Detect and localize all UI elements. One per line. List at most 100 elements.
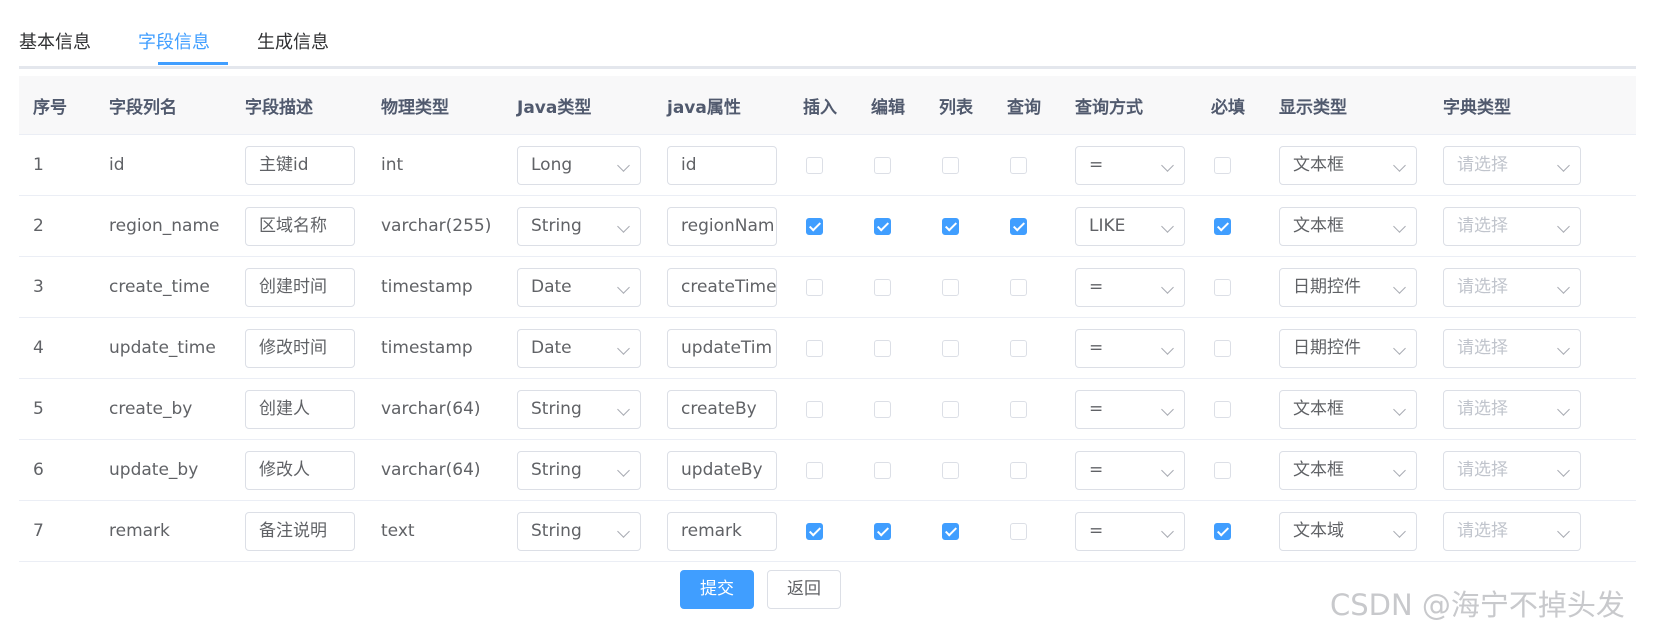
edit-checkbox[interactable] — [874, 217, 891, 235]
list-checkbox[interactable] — [942, 156, 959, 174]
java-attr-input[interactable]: remark — [667, 511, 777, 551]
chevron-down-icon — [1161, 280, 1174, 294]
insert-checkbox[interactable] — [806, 217, 823, 235]
display-type-value: 文本域 — [1293, 520, 1344, 541]
query-checkbox[interactable] — [1010, 339, 1027, 357]
query-checkbox[interactable] — [1010, 461, 1027, 479]
query-type-select[interactable]: = — [1075, 450, 1185, 490]
tab-basic-info[interactable]: 基本信息 — [19, 28, 91, 54]
list-checkbox[interactable] — [942, 339, 959, 357]
display-type-select[interactable]: 文本框 — [1279, 389, 1417, 429]
insert-checkbox[interactable] — [806, 339, 823, 357]
java-type-value: String — [531, 398, 582, 419]
display-type-select[interactable]: 文本域 — [1279, 511, 1417, 551]
insert-checkbox[interactable] — [806, 522, 823, 540]
edit-checkbox[interactable] — [874, 339, 891, 357]
java-type-value: Date — [531, 337, 572, 358]
required-checkbox[interactable] — [1214, 217, 1231, 235]
chevron-down-icon — [1393, 524, 1406, 538]
query-type-select[interactable]: = — [1075, 511, 1185, 551]
table-row: 5 create_by 创建人 varchar(64) String creat… — [19, 378, 1636, 440]
query-checkbox[interactable] — [1010, 400, 1027, 418]
required-checkbox[interactable] — [1214, 339, 1231, 357]
tab-generate-info[interactable]: 生成信息 — [257, 28, 329, 54]
insert-checkbox[interactable] — [806, 156, 823, 174]
display-type-select[interactable]: 日期控件 — [1279, 328, 1417, 368]
java-type-select[interactable]: Date — [517, 328, 641, 368]
description-input[interactable]: 创建人 — [245, 389, 355, 429]
dict-type-select[interactable]: 请选择 — [1443, 450, 1581, 490]
list-checkbox[interactable] — [942, 400, 959, 418]
description-input[interactable]: 创建时间 — [245, 267, 355, 307]
query-type-select[interactable]: LIKE — [1075, 206, 1185, 246]
java-attr-input[interactable]: updateTim — [667, 328, 777, 368]
java-type-select[interactable]: String — [517, 511, 641, 551]
list-checkbox[interactable] — [942, 278, 959, 296]
description-input[interactable]: 修改时间 — [245, 328, 355, 368]
query-checkbox[interactable] — [1010, 156, 1027, 174]
dict-type-select[interactable]: 请选择 — [1443, 267, 1581, 307]
display-type-select[interactable]: 文本框 — [1279, 206, 1417, 246]
java-attr-input[interactable]: createBy — [667, 389, 777, 429]
java-type-select[interactable]: Date — [517, 267, 641, 307]
dict-type-placeholder: 请选择 — [1457, 398, 1508, 419]
row-number: 7 — [19, 500, 95, 562]
java-attr-input[interactable]: updateBy — [667, 450, 777, 490]
dict-type-select[interactable]: 请选择 — [1443, 511, 1581, 551]
query-checkbox[interactable] — [1010, 278, 1027, 296]
java-attr-input[interactable]: createTime — [667, 267, 777, 307]
query-checkbox[interactable] — [1010, 522, 1027, 540]
description-input[interactable]: 备注说明 — [245, 511, 355, 551]
query-type-value: = — [1089, 520, 1104, 541]
display-type-select[interactable]: 文本框 — [1279, 450, 1417, 490]
description-input[interactable]: 主键id — [245, 145, 355, 185]
submit-button[interactable]: 提交 — [680, 570, 754, 609]
required-checkbox[interactable] — [1214, 522, 1231, 540]
query-checkbox[interactable] — [1010, 217, 1027, 235]
query-type-select[interactable]: = — [1075, 267, 1185, 307]
chevron-down-icon — [1393, 158, 1406, 172]
required-checkbox[interactable] — [1214, 461, 1231, 479]
table-row: 2 region_name 区域名称 varchar(255) String r… — [19, 195, 1636, 257]
java-type-select[interactable]: String — [517, 206, 641, 246]
insert-checkbox[interactable] — [806, 400, 823, 418]
edit-checkbox[interactable] — [874, 522, 891, 540]
chevron-down-icon — [1393, 219, 1406, 233]
required-checkbox[interactable] — [1214, 400, 1231, 418]
query-type-select[interactable]: = — [1075, 145, 1185, 185]
row-number: 3 — [19, 256, 95, 318]
java-type-select[interactable]: String — [517, 450, 641, 490]
tab-field-info[interactable]: 字段信息 — [138, 28, 210, 54]
insert-checkbox[interactable] — [806, 461, 823, 479]
display-type-select[interactable]: 文本框 — [1279, 145, 1417, 185]
edit-checkbox[interactable] — [874, 278, 891, 296]
java-type-select[interactable]: String — [517, 389, 641, 429]
dict-type-select[interactable]: 请选择 — [1443, 145, 1581, 185]
java-attr-input[interactable]: id — [667, 145, 777, 185]
dict-type-select[interactable]: 请选择 — [1443, 389, 1581, 429]
dict-type-select[interactable]: 请选择 — [1443, 328, 1581, 368]
query-type-select[interactable]: = — [1075, 328, 1185, 368]
required-checkbox[interactable] — [1214, 156, 1231, 174]
chevron-down-icon — [1393, 402, 1406, 416]
list-checkbox[interactable] — [942, 461, 959, 479]
java-type-value: String — [531, 215, 582, 236]
column-header-java-attr: java属性 — [653, 76, 789, 135]
list-checkbox[interactable] — [942, 217, 959, 235]
edit-checkbox[interactable] — [874, 400, 891, 418]
java-type-select[interactable]: Long — [517, 145, 641, 185]
edit-checkbox[interactable] — [874, 156, 891, 174]
dict-type-select[interactable]: 请选择 — [1443, 206, 1581, 246]
back-button[interactable]: 返回 — [767, 570, 841, 609]
required-checkbox[interactable] — [1214, 278, 1231, 296]
description-input[interactable]: 区域名称 — [245, 206, 355, 246]
query-type-select[interactable]: = — [1075, 389, 1185, 429]
edit-checkbox[interactable] — [874, 461, 891, 479]
list-checkbox[interactable] — [942, 522, 959, 540]
physical-type-cell: varchar(64) — [367, 378, 503, 440]
description-input[interactable]: 修改人 — [245, 450, 355, 490]
column-header-display-type: 显示类型 — [1265, 76, 1429, 135]
display-type-select[interactable]: 日期控件 — [1279, 267, 1417, 307]
insert-checkbox[interactable] — [806, 278, 823, 296]
java-attr-input[interactable]: regionNam — [667, 206, 777, 246]
